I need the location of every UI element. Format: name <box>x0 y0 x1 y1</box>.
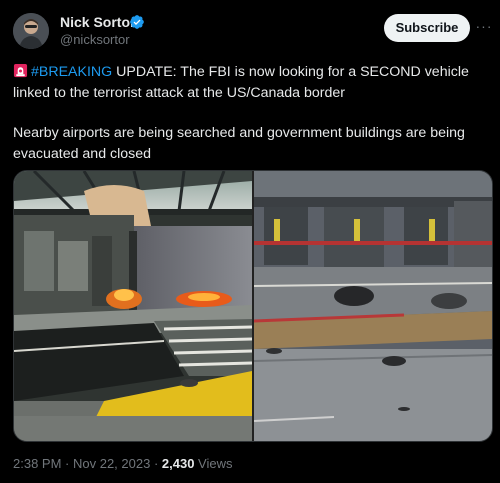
explosion-scene-photo[interactable] <box>14 171 252 441</box>
views-count: 2,430 <box>161 456 195 471</box>
meta-separator: · <box>61 456 73 471</box>
tweet-paragraph-2: Nearby airports are being searched and g… <box>13 125 465 162</box>
media-grid[interactable] <box>13 170 493 442</box>
border-checkpoint-debris-photo[interactable] <box>254 171 492 441</box>
hashtag-breaking[interactable]: #BREAKING <box>31 64 112 80</box>
author-handle[interactable]: @nicksortor <box>60 32 130 47</box>
meta-separator: · <box>150 456 162 471</box>
author-avatar[interactable] <box>13 13 49 49</box>
rotating-light-icon <box>13 63 28 78</box>
verified-badge-icon <box>130 15 144 29</box>
post-time[interactable]: 2:38 PM <box>13 456 61 471</box>
author-name[interactable]: Nick Sortor <box>60 14 135 30</box>
subscribe-button[interactable]: Subscribe <box>384 14 470 42</box>
post-date[interactable]: Nov 22, 2023 <box>73 456 150 471</box>
tweet-paragraph-1: #BREAKING UPDATE: The FBI is now looking… <box>13 62 489 103</box>
tweet-text: #BREAKING UPDATE: The FBI is now looking… <box>13 62 489 164</box>
more-options-icon[interactable]: ··· <box>474 16 494 36</box>
tweet-meta: 2:38 PM · Nov 22, 2023 · 2,430 Views <box>13 456 233 471</box>
views-label: Views <box>194 456 233 471</box>
tweet-card: Nick Sortor @nicksortor Subscribe ··· #B… <box>0 0 500 483</box>
